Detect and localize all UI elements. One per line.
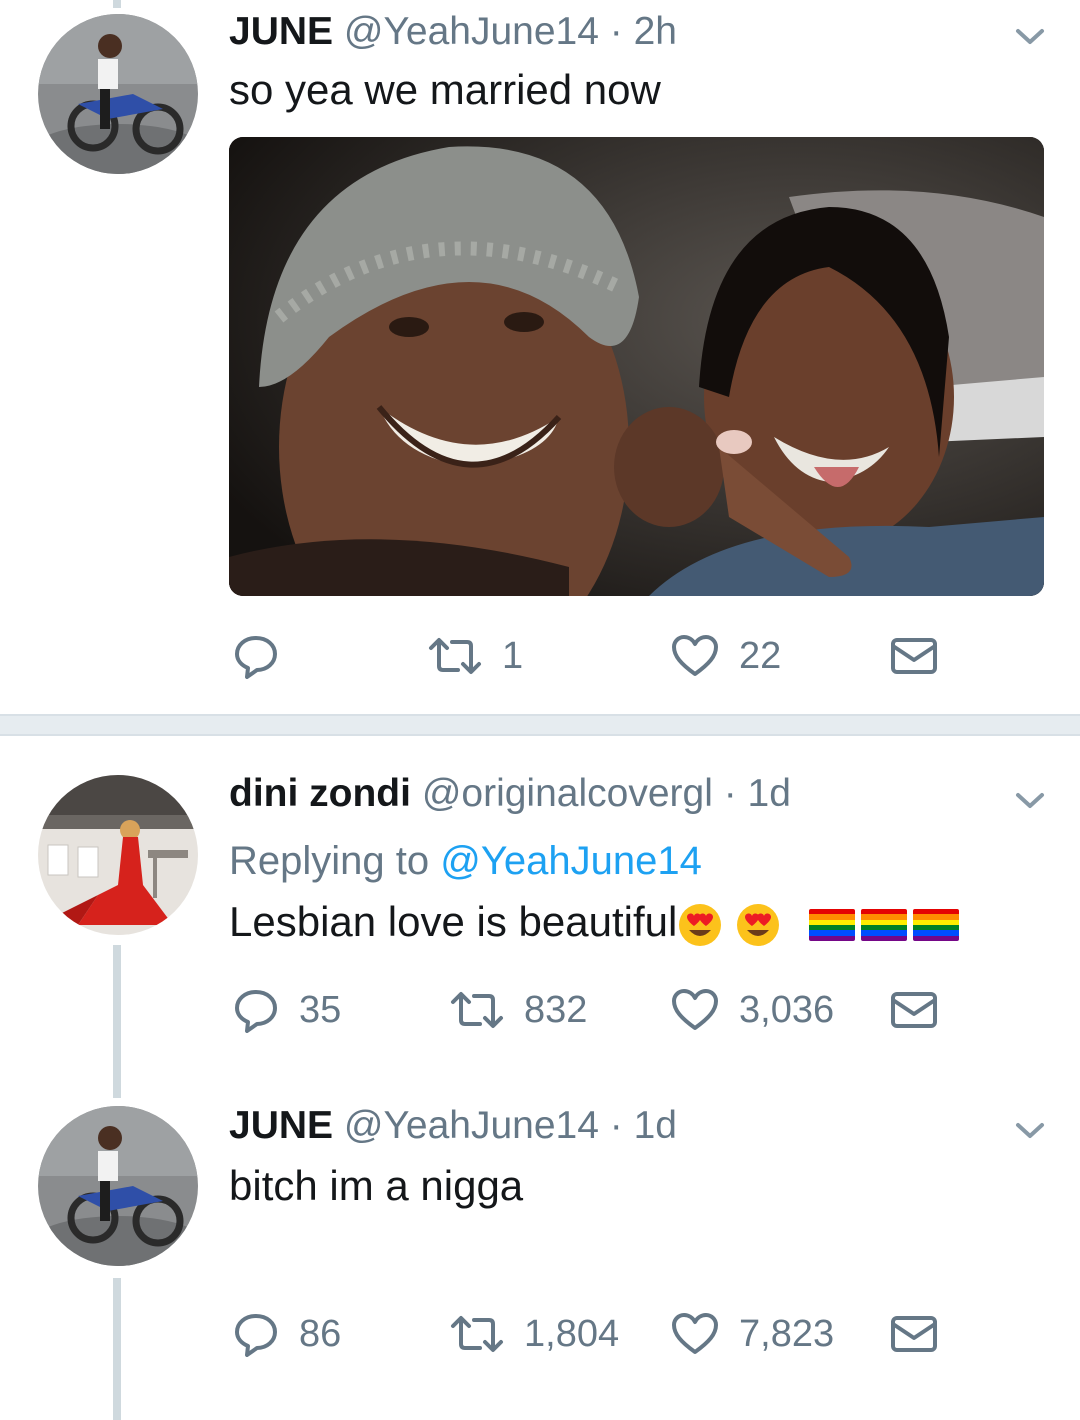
display-name[interactable]: JUNE xyxy=(229,10,333,53)
reply-button[interactable]: 35 xyxy=(233,980,341,1040)
tweet-actions: 35 832 3,036 xyxy=(229,980,989,1040)
heart-icon xyxy=(672,989,718,1030)
tweet-header: JUNE @YeahJune14 · 1d xyxy=(229,1102,677,1150)
heart-eyes-emoji xyxy=(679,903,722,946)
chevron-down-icon[interactable] xyxy=(1014,791,1046,811)
rainbow-flag-emoji xyxy=(913,908,960,941)
tweet-text: Lesbian love is beautiful xyxy=(229,898,678,945)
replying-to: Replying to @YeahJune14 xyxy=(229,836,702,886)
retweet-icon xyxy=(429,638,481,674)
reply-count: 86 xyxy=(299,1312,342,1355)
replying-prefix: Replying to xyxy=(229,839,430,883)
dm-button[interactable] xyxy=(890,1304,938,1364)
display-name[interactable]: JUNE xyxy=(229,1104,333,1147)
chevron-down-icon[interactable] xyxy=(1014,1121,1046,1141)
tweet-text: bitch im a nigga xyxy=(229,1162,524,1209)
user-handle[interactable]: @originalcovergl xyxy=(422,772,713,815)
chevron-down-icon[interactable] xyxy=(1014,27,1046,47)
thread-line xyxy=(113,1278,121,1420)
display-name[interactable]: dini zondi xyxy=(229,772,411,815)
tweet-header: dini zondi @originalcovergl · 1d xyxy=(229,770,791,818)
mention-link[interactable]: @YeahJune14 xyxy=(440,839,702,883)
like-count: 7,823 xyxy=(739,1312,835,1355)
timeline-divider xyxy=(0,714,1080,736)
avatar[interactable] xyxy=(38,14,198,174)
timestamp[interactable]: · 2h xyxy=(610,10,677,53)
timestamp[interactable]: · 1d xyxy=(724,772,791,815)
retweet-count: 1 xyxy=(502,634,524,677)
avatar[interactable] xyxy=(38,775,198,935)
reply-count: 35 xyxy=(299,988,342,1031)
reply-icon xyxy=(235,990,277,1033)
reply-icon xyxy=(235,636,277,679)
like-button[interactable]: 3,036 xyxy=(671,980,834,1040)
like-button[interactable]: 22 xyxy=(671,626,781,686)
heart-icon xyxy=(672,635,718,676)
tweet-2[interactable]: dini zondi @originalcovergl · 1d Replyin… xyxy=(0,736,1080,1076)
tweet-header: JUNE @YeahJune14 · 2h xyxy=(229,8,677,56)
rainbow-flag-emoji xyxy=(809,908,856,941)
retweet-count: 1,804 xyxy=(524,1312,620,1355)
heart-icon xyxy=(672,1313,718,1354)
timestamp[interactable]: · 1d xyxy=(610,1104,677,1147)
dm-button[interactable] xyxy=(890,626,938,686)
envelope-icon xyxy=(891,992,937,1028)
reply-button[interactable]: 86 xyxy=(233,1304,341,1364)
envelope-icon xyxy=(891,1316,937,1352)
user-handle[interactable]: @YeahJune14 xyxy=(344,1104,599,1147)
reply-button[interactable] xyxy=(233,626,299,686)
tweet-text: so yea we married now xyxy=(229,66,661,113)
heart-eyes-emoji xyxy=(737,903,780,946)
user-handle[interactable]: @YeahJune14 xyxy=(344,10,599,53)
retweet-count: 832 xyxy=(524,988,588,1031)
tweet-1[interactable]: JUNE @YeahJune14 · 2h so yea we married … xyxy=(0,0,1080,714)
like-count: 22 xyxy=(739,634,782,677)
retweet-icon xyxy=(451,1316,503,1352)
avatar[interactable] xyxy=(38,1106,198,1266)
tweet-3[interactable]: JUNE @YeahJune14 · 1d bitch im a nigga 8… xyxy=(0,1076,1080,1420)
retweet-button[interactable]: 832 xyxy=(450,980,587,1040)
retweet-icon xyxy=(451,992,503,1028)
tweet-actions: 1 22 xyxy=(229,626,989,686)
tweet-actions: 86 1,804 7,823 xyxy=(229,1304,989,1364)
retweet-button[interactable]: 1,804 xyxy=(450,1304,619,1364)
retweet-button[interactable]: 1 xyxy=(428,626,523,686)
rainbow-flag-emoji xyxy=(861,908,908,941)
envelope-icon xyxy=(891,638,937,674)
reply-icon xyxy=(235,1314,277,1357)
tweet-photo[interactable] xyxy=(229,137,1044,596)
tweet-text-line: Lesbian love is beautiful xyxy=(229,896,960,948)
like-count: 3,036 xyxy=(739,988,835,1031)
like-button[interactable]: 7,823 xyxy=(671,1304,834,1364)
dm-button[interactable] xyxy=(890,980,938,1040)
